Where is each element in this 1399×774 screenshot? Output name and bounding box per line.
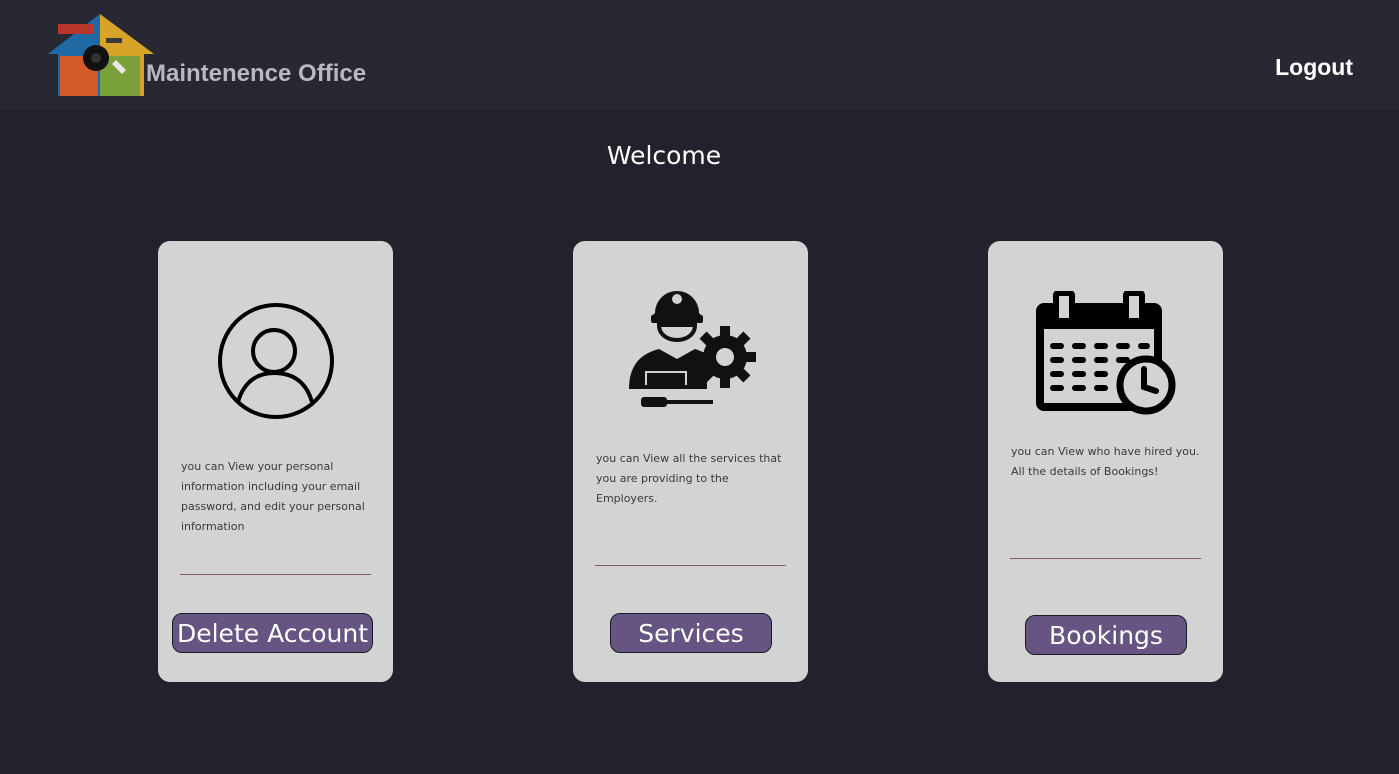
worker-gear-icon bbox=[629, 291, 756, 407]
card-divider bbox=[1010, 558, 1201, 559]
services-card: you can View all the services that you a… bbox=[573, 241, 808, 682]
delete-account-button[interactable]: Delete Account bbox=[172, 613, 373, 653]
card-divider bbox=[180, 574, 371, 575]
brand-title: Maintenence Office bbox=[146, 60, 367, 87]
top-header: Maintenence Office Logout bbox=[0, 0, 1399, 110]
account-card: you can View your personal information i… bbox=[158, 241, 393, 682]
logout-link[interactable]: Logout bbox=[1275, 54, 1353, 81]
card-divider bbox=[595, 565, 786, 566]
card-description: you can View who have hired you. All the… bbox=[1011, 445, 1200, 478]
user-profile-icon bbox=[218, 303, 334, 419]
card-description: you can View all the services that you a… bbox=[596, 452, 782, 505]
house-tools-logo-icon bbox=[48, 14, 154, 96]
welcome-heading: Welcome bbox=[606, 141, 722, 170]
card-description: you can View your personal information i… bbox=[181, 460, 365, 533]
calendar-clock-icon bbox=[1036, 291, 1176, 415]
bookings-card: you can View who have hired you. All the… bbox=[988, 241, 1223, 682]
bookings-button[interactable]: Bookings bbox=[1025, 615, 1187, 655]
services-button[interactable]: Services bbox=[610, 613, 772, 653]
